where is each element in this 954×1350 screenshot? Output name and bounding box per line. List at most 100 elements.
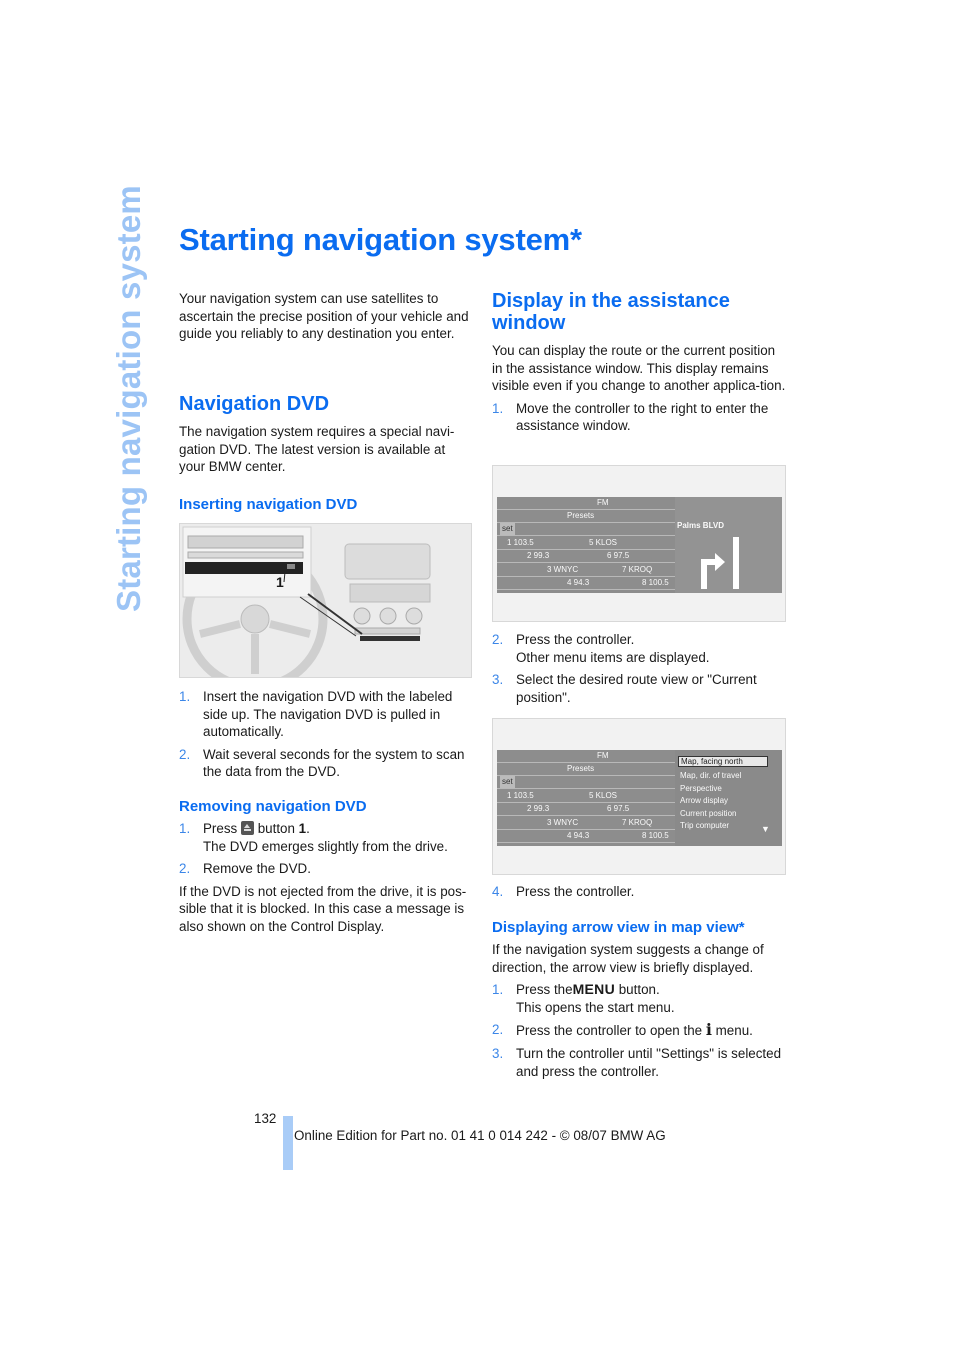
- intro-text: Your navigation system can use satellite…: [179, 291, 469, 342]
- menu-item[interactable]: Trip computer: [680, 821, 729, 830]
- inserting-heading-block: Inserting navigation DVD: [179, 496, 474, 514]
- station: 7 KROQ: [622, 565, 653, 574]
- band-label: FM: [597, 498, 609, 507]
- page-title: Starting navigation system*: [179, 222, 582, 257]
- menu-item[interactable]: Current position: [680, 809, 736, 818]
- arrow-view-section: Displaying arrow view in map view* If th…: [492, 919, 787, 1085]
- presets-label: Presets: [567, 764, 595, 773]
- station: 2 99.3: [527, 804, 550, 813]
- arrow-step-3: 3. Turn the controller until "Settings" …: [492, 1045, 787, 1080]
- step-number: 1.: [179, 821, 191, 836]
- step-text: Remove the DVD.: [203, 861, 311, 877]
- assistance-window-figure: FM Presets set 1 103.5 5 KLOS 2 99.3 6 97.…: [492, 465, 786, 622]
- removing-heading: Removing navigation DVD: [179, 798, 367, 815]
- station: 6 97.5: [607, 551, 630, 560]
- assistance-section: Display in the assistance window You can…: [492, 290, 787, 440]
- step-number: 2.: [492, 1022, 504, 1038]
- step-number: 3.: [492, 1045, 504, 1061]
- menu-item[interactable]: Arrow display: [680, 796, 728, 805]
- station: 8 100.5: [642, 831, 669, 840]
- step-number: 4.: [492, 884, 504, 899]
- removing-section: Removing navigation DVD 1. Press button …: [179, 798, 474, 941]
- step-text-post: button.: [618, 982, 660, 998]
- station: 8 100.5: [642, 578, 669, 587]
- station: 3 WNYC: [547, 565, 579, 574]
- radio-screen: FM Presets set 1 103.5 5 KLOS 2 99.3 6 97.…: [497, 750, 675, 846]
- navigation-dvd-text: The navigation system requires a special…: [179, 424, 455, 475]
- inserting-step-1: 1. Insert the navigation DVD with the la…: [179, 688, 474, 741]
- assistance-window: Palms BLVD: [675, 497, 782, 593]
- inserting-steps: 1. Insert the navigation DVD with the la…: [179, 688, 474, 786]
- info-menu-icon: i: [705, 1020, 712, 1040]
- assistance-step-4: 4. Press the controller.: [492, 883, 787, 901]
- station: 4 94.3: [567, 578, 590, 587]
- sidebar-section-title: Starting navigation system: [110, 185, 147, 612]
- station: 5 KLOS: [589, 791, 618, 800]
- assistance-step-3: 3. Select the desired route view or "Cur…: [492, 671, 787, 706]
- assistance-heading: Display in the assistance window: [492, 290, 730, 334]
- set-label: set: [500, 776, 515, 788]
- step-text-line2: Other menu items are displayed.: [516, 649, 710, 665]
- removing-step-1: 1. Press button 1. The DVD emerges sligh…: [179, 820, 474, 855]
- assistance-step-1: 1. Move the controller to the right to e…: [492, 400, 787, 435]
- step-text: Press the controller.: [516, 632, 635, 647]
- assistance-step-4-block: 4. Press the controller.: [492, 883, 787, 906]
- step-text-pre: Press: [203, 821, 238, 836]
- footer-accent-bar: [283, 1116, 293, 1170]
- step-text-pre: Press the controller to open the: [516, 1023, 703, 1039]
- step-text-line2: This opens the start menu.: [516, 999, 675, 1015]
- removing-step-2: 2. Remove the DVD.: [179, 860, 474, 878]
- menu-button-icon: MENU: [572, 981, 615, 998]
- step-text-post: menu.: [715, 1023, 753, 1039]
- period: .: [306, 821, 310, 836]
- scroll-down-icon: ▼: [761, 824, 770, 834]
- arrow-step-2: 2. Press the controller to open the i me…: [492, 1021, 787, 1040]
- route-view-menu-figure: FM Presets set 1 103.5 5 KLOS 2 99.3 6 97.…: [492, 718, 786, 875]
- step-text: Turn the controller until "Settings" is …: [516, 1045, 782, 1079]
- station: 4 94.3: [567, 831, 590, 840]
- step-text: Insert the navigation DVD with the label…: [203, 689, 453, 740]
- inserting-heading: Inserting navigation DVD: [179, 496, 358, 513]
- removing-note: If the DVD is not ejected from the drive…: [179, 883, 467, 934]
- menu-item-selected[interactable]: Map, facing north: [678, 756, 768, 767]
- step-text: Wait several seconds for the system to s…: [203, 746, 465, 780]
- assistance-text: You can display the route or the current…: [492, 343, 786, 394]
- arrow-view-text: If the navigation system suggests a chan…: [492, 942, 764, 975]
- station: 3 WNYC: [547, 818, 579, 827]
- assistance-step-2: 2. Press the controller. Other menu item…: [492, 631, 787, 666]
- step-text: Move the controller to the right to ente…: [516, 400, 769, 434]
- station: 7 KROQ: [622, 818, 653, 827]
- station: 1 103.5: [507, 791, 534, 800]
- station: 6 97.5: [607, 804, 630, 813]
- set-label: set: [500, 523, 515, 535]
- step-text: Press the controller.: [516, 884, 635, 899]
- assistance-steps-2-3: 2. Press the controller. Other menu item…: [492, 631, 787, 711]
- inserting-step-2: 2. Wait several seconds for the system t…: [179, 746, 474, 781]
- step-number: 2.: [179, 746, 191, 762]
- menu-item[interactable]: Map, dir. of travel: [680, 771, 741, 780]
- page-number: 132: [254, 1111, 277, 1126]
- station: 2 99.3: [527, 551, 550, 560]
- step-text-pre: Press the: [516, 982, 573, 998]
- step-number: 1.: [492, 400, 504, 416]
- figure-callout-1: 1: [276, 574, 284, 590]
- edition-notice: Online Edition for Part no. 01 41 0 014 …: [294, 1128, 666, 1143]
- step-number: 2.: [179, 861, 191, 877]
- menu-item[interactable]: Perspective: [680, 784, 722, 793]
- street-name: Palms BLVD: [677, 521, 724, 530]
- dashboard-illustration: [180, 524, 471, 677]
- turn-right-arrow-icon: [701, 537, 739, 589]
- step-number: 1.: [179, 689, 191, 704]
- step-number: 2.: [492, 632, 504, 647]
- dashboard-figure: 1: [179, 523, 472, 678]
- presets-label: Presets: [567, 511, 595, 520]
- station: 1 103.5: [507, 538, 534, 547]
- arrow-view-heading: Displaying arrow view in map view*: [492, 919, 745, 936]
- station: 5 KLOS: [589, 538, 618, 547]
- button-reference: 1: [298, 821, 307, 836]
- arrow-step-1: 1. Press theMENU button. This opens the …: [492, 981, 787, 1016]
- step-text: Select the desired route view or "Curren…: [516, 672, 757, 705]
- eject-button-icon: [240, 821, 254, 835]
- step-text-line2: The DVD emerges slightly from the drive.: [203, 838, 448, 854]
- band-label: FM: [597, 751, 609, 760]
